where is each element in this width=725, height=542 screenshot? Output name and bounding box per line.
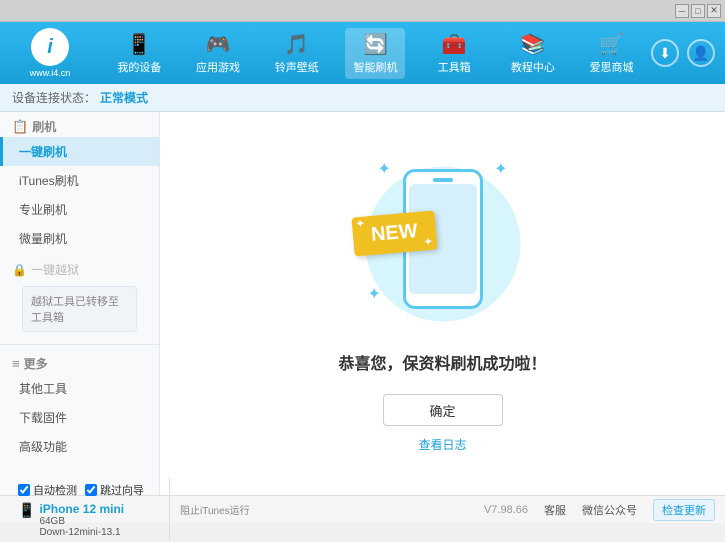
status-bar: 设备连接状态： 正常模式 xyxy=(0,84,725,112)
device-system: Down-12mini-13.1 xyxy=(39,527,124,538)
bottom-bar: 自动检测 跳过向导 📱 iPhone 12 mini 64GB Down-12m… xyxy=(0,495,725,523)
download-label: 下载固件 xyxy=(19,411,67,425)
sparkle-2-icon: ✦ xyxy=(494,159,507,179)
nav-smartflash-icon: 🔄 xyxy=(363,32,388,57)
nav-ringtone-label: 铃声壁纸 xyxy=(275,59,319,75)
sidebar-scroll: 📋 刷机 一键刷机 iTunes刷机 专业刷机 微量刷机 🔒 一键越狱 xyxy=(0,112,159,495)
skip-wizard-label: 跳过向导 xyxy=(100,482,144,498)
sparkle-1-icon: ✦ xyxy=(378,159,391,179)
success-message: 恭喜您，保资料刷机成功啦！ xyxy=(338,350,546,374)
auto-detect-checkbox-label[interactable]: 自动检测 xyxy=(18,482,77,498)
nav-store-icon: 🛒 xyxy=(599,32,624,57)
sidebar-section-flash: 📋 刷机 xyxy=(0,112,159,137)
minimize-button[interactable]: ─ xyxy=(675,4,689,18)
jailbreak-label: 一键越狱 xyxy=(31,261,79,278)
phone-speaker xyxy=(433,178,453,182)
success-illustration: NEW ✦ ✦ ✦ xyxy=(363,154,523,334)
user-button[interactable]: 👤 xyxy=(687,39,715,67)
logo-icon: i xyxy=(31,28,69,66)
nav-mydevice-label: 我的设备 xyxy=(117,59,161,75)
nav-ringtone[interactable]: 🎵 铃声壁纸 xyxy=(267,28,327,79)
auto-detect-checkbox[interactable] xyxy=(18,484,30,496)
sidebar-item-micro[interactable]: 微量刷机 xyxy=(0,224,159,253)
sidebar-item-download[interactable]: 下载固件 xyxy=(0,403,159,432)
nav-appgame-label: 应用游戏 xyxy=(196,59,240,75)
advanced-label: 高级功能 xyxy=(19,440,67,454)
sidebar: 📋 刷机 一键刷机 iTunes刷机 专业刷机 微量刷机 🔒 一键越狱 xyxy=(0,112,160,495)
itunes-stop-button[interactable]: 阻止iTunes运行 xyxy=(180,502,250,517)
device-storage: 64GB xyxy=(39,516,124,527)
nav-appgame-icon: 🎮 xyxy=(206,32,231,57)
nav-toolbox[interactable]: 🧰 工具箱 xyxy=(424,28,484,79)
lock-icon: 🔒 xyxy=(12,263,27,277)
device-info-row: 📱 iPhone 12 mini 64GB Down-12mini-13.1 xyxy=(18,502,161,538)
version-text: V7.98.66 xyxy=(484,504,528,516)
window-controls[interactable]: ─ □ ✕ xyxy=(675,4,721,18)
more-section-icon: ≡ xyxy=(12,356,20,371)
nav-appgame[interactable]: 🎮 应用游戏 xyxy=(188,28,248,79)
nav-toolbox-label: 工具箱 xyxy=(438,59,471,75)
itunes-label: iTunes刷机 xyxy=(19,174,79,188)
skip-wizard-checkbox-label[interactable]: 跳过向导 xyxy=(85,482,144,498)
sidebar-item-othertools[interactable]: 其他工具 xyxy=(0,374,159,403)
jailbreak-section: 🔒 一键越狱 越狱工具已转移至工具箱 xyxy=(0,253,159,340)
nav-toolbox-icon: 🧰 xyxy=(442,32,467,57)
main-area: 📋 刷机 一键刷机 iTunes刷机 专业刷机 微量刷机 🔒 一键越狱 xyxy=(0,112,725,495)
bottom-left-panel: 自动检测 跳过向导 📱 iPhone 12 mini 64GB Down-12m… xyxy=(10,478,170,542)
nav-store[interactable]: 🛒 爱思商城 xyxy=(582,28,642,79)
sidebar-item-advanced[interactable]: 高级功能 xyxy=(0,432,159,461)
sidebar-divider xyxy=(0,344,159,345)
maximize-button[interactable]: □ xyxy=(691,4,705,18)
logo-text: www.i4.cn xyxy=(30,68,71,78)
micro-label: 微量刷机 xyxy=(19,232,67,246)
othertools-label: 其他工具 xyxy=(19,382,67,396)
customer-service-link[interactable]: 客服 xyxy=(544,502,566,518)
device-name: iPhone 12 mini xyxy=(39,502,124,516)
nav-store-label: 爱思商城 xyxy=(590,59,634,75)
more-section-label: 更多 xyxy=(24,355,48,372)
title-bar: ─ □ ✕ xyxy=(0,0,725,22)
wechat-link[interactable]: 微信公众号 xyxy=(582,502,637,518)
nav-smartflash[interactable]: 🔄 智能刷机 xyxy=(345,28,405,79)
flash-section-icon: 📋 xyxy=(12,119,28,135)
flash-section-label: 刷机 xyxy=(32,118,56,135)
itunes-area: 阻止iTunes运行 xyxy=(170,502,484,517)
view-log-link[interactable]: 查看日志 xyxy=(418,436,466,453)
content-area: NEW ✦ ✦ ✦ 恭喜您，保资料刷机成功啦！ 确定 查看日志 xyxy=(160,112,725,495)
sidebar-item-pro[interactable]: 专业刷机 xyxy=(0,195,159,224)
status-value: 正常模式 xyxy=(100,89,148,106)
check-update-button[interactable]: 检查更新 xyxy=(653,499,715,521)
auto-detect-label: 自动检测 xyxy=(33,482,77,498)
device-icon: 📱 xyxy=(18,502,35,519)
nav-tutorial[interactable]: 📚 教程中心 xyxy=(503,28,563,79)
bottom-right: V7.98.66 客服 微信公众号 检查更新 xyxy=(484,499,715,521)
nav-ringtone-icon: 🎵 xyxy=(284,32,309,57)
confirm-button[interactable]: 确定 xyxy=(383,394,503,426)
logo[interactable]: i www.i4.cn xyxy=(10,28,90,78)
checkbox-group: 自动检测 跳过向导 xyxy=(18,482,161,498)
nav-bar: 📱 我的设备 🎮 应用游戏 🎵 铃声壁纸 🔄 智能刷机 🧰 工具箱 📚 教程中心… xyxy=(100,28,651,79)
jailbreak-notice-text: 越狱工具已转移至工具箱 xyxy=(31,296,119,324)
new-badge: NEW xyxy=(351,210,437,256)
jailbreak-notice: 越狱工具已转移至工具箱 xyxy=(22,286,137,332)
device-info: iPhone 12 mini 64GB Down-12mini-13.1 xyxy=(39,502,124,538)
pro-label: 专业刷机 xyxy=(19,203,67,217)
nav-mydevice-icon: 📱 xyxy=(127,32,152,57)
close-button[interactable]: ✕ xyxy=(707,4,721,18)
nav-tutorial-label: 教程中心 xyxy=(511,59,555,75)
nav-mydevice[interactable]: 📱 我的设备 xyxy=(109,28,169,79)
skip-wizard-checkbox[interactable] xyxy=(85,484,97,496)
header-right: ⬇ 👤 xyxy=(651,39,715,67)
sparkle-3-icon: ✦ xyxy=(368,284,381,304)
nav-smartflash-label: 智能刷机 xyxy=(353,59,397,75)
download-button[interactable]: ⬇ xyxy=(651,39,679,67)
header: i www.i4.cn 📱 我的设备 🎮 应用游戏 🎵 铃声壁纸 🔄 智能刷机 … xyxy=(0,22,725,84)
jailbreak-header: 🔒 一键越狱 xyxy=(12,257,147,282)
sidebar-item-itunes[interactable]: iTunes刷机 xyxy=(0,166,159,195)
sidebar-item-onekey[interactable]: 一键刷机 xyxy=(0,137,159,166)
onekey-label: 一键刷机 xyxy=(19,145,67,159)
status-label: 设备连接状态： xyxy=(12,89,96,106)
nav-tutorial-icon: 📚 xyxy=(520,32,545,57)
sidebar-section-more: ≡ 更多 xyxy=(0,349,159,374)
